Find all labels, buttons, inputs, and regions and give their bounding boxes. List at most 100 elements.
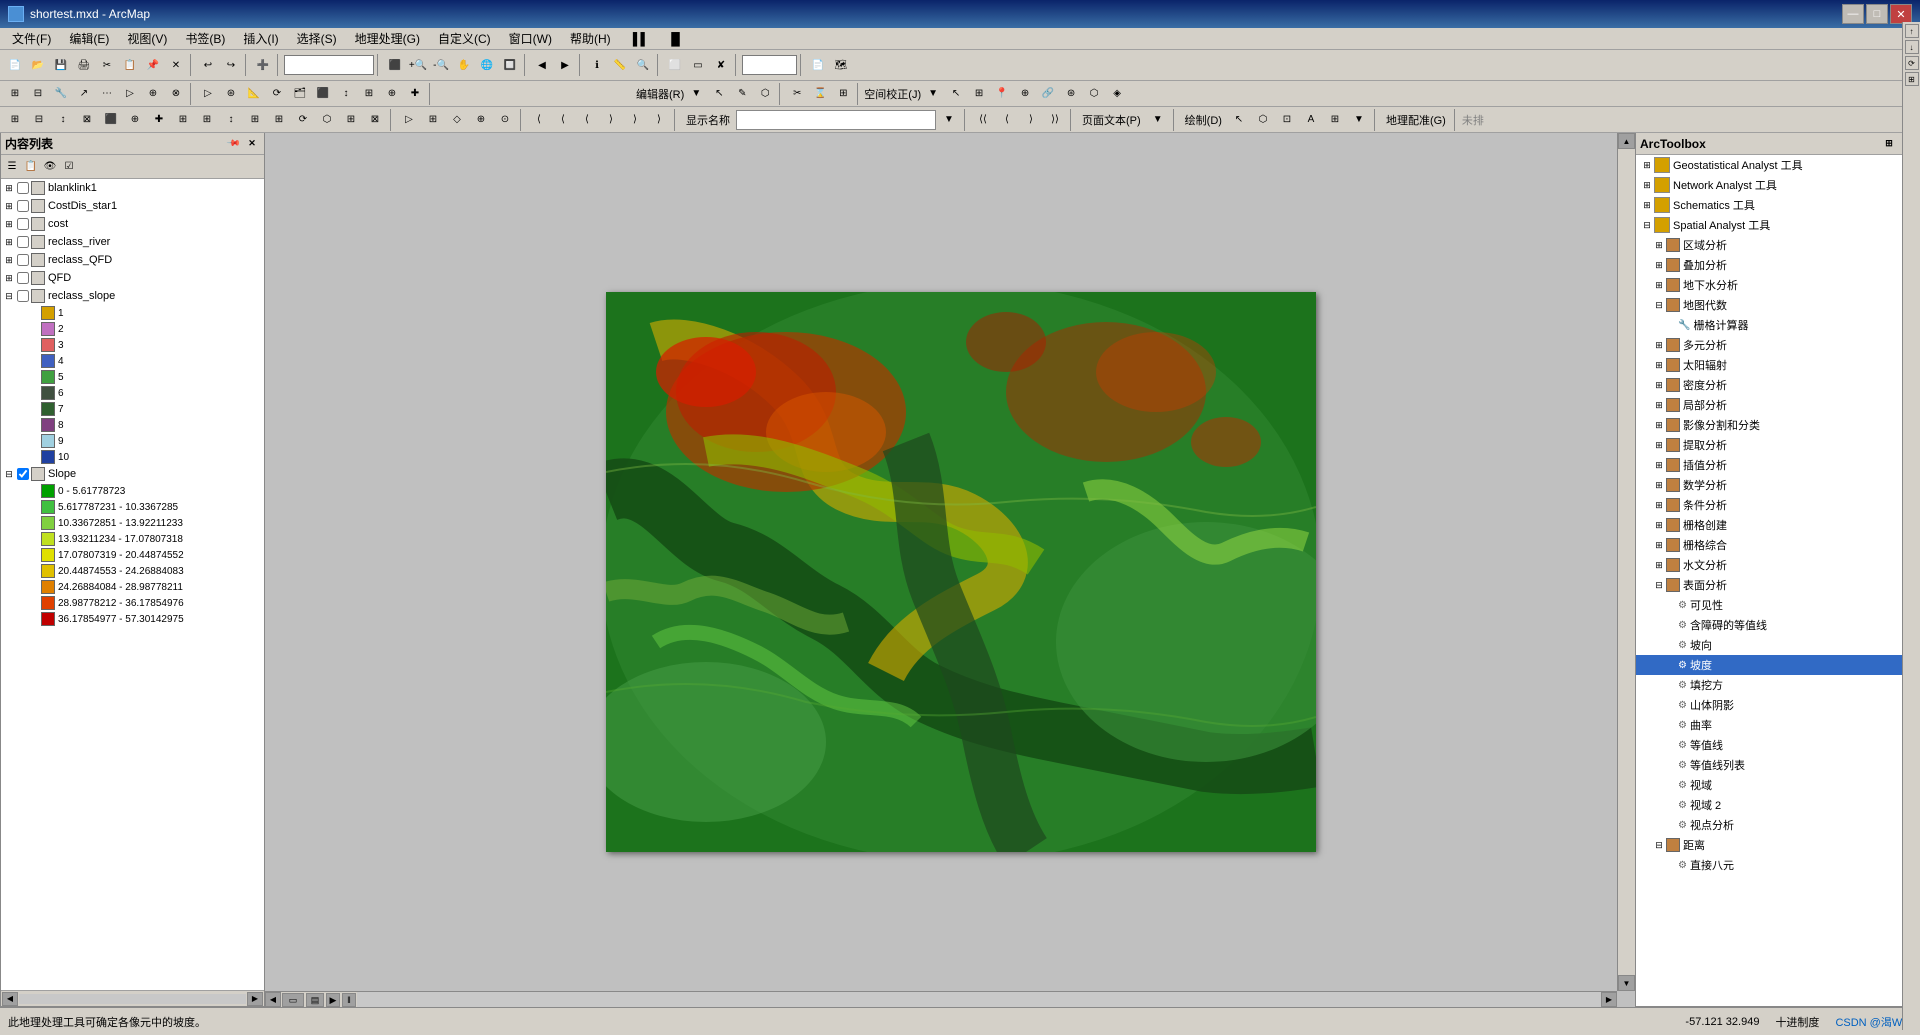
identify-button[interactable]: ℹ: [586, 54, 608, 76]
tool-solar[interactable]: ⊞ 太阳辐射: [1636, 355, 1919, 375]
tool-hillshade[interactable]: ⚙ 山体阴影: [1636, 695, 1919, 715]
menu-insert[interactable]: 插入(I): [235, 28, 286, 49]
tool-schematics[interactable]: ⊞ Schematics 工具: [1636, 195, 1919, 215]
r3-btn18[interactable]: ⊞: [422, 109, 444, 131]
toc-source-view[interactable]: 📋: [22, 158, 40, 176]
tool9[interactable]: ▷: [197, 83, 219, 105]
close-button[interactable]: ✕: [1890, 4, 1912, 24]
spatial-btn3[interactable]: 📍: [991, 83, 1013, 105]
right-bar-btn1[interactable]: ↑: [1905, 24, 1919, 38]
expand-geostat[interactable]: ⊞: [1640, 158, 1654, 172]
tool-interpolate[interactable]: ⊞ 插值分析: [1636, 455, 1919, 475]
tool-contour-barrier[interactable]: ⚙ 含障碍的等值线: [1636, 615, 1919, 635]
expand-cost[interactable]: ⊞: [3, 218, 15, 230]
edit-btn1[interactable]: ↖: [708, 83, 730, 105]
menu-extra2[interactable]: ▐▌: [659, 30, 692, 48]
tool-mapalgebra[interactable]: ⊟ 地图代数: [1636, 295, 1919, 315]
expand-spatial[interactable]: ⊟: [1640, 218, 1654, 232]
tool-surface[interactable]: ⊟ 表面分析: [1636, 575, 1919, 595]
select-button[interactable]: 🔲: [499, 54, 521, 76]
delete-button[interactable]: ✕: [165, 54, 187, 76]
copy-button[interactable]: 📋: [119, 54, 141, 76]
toc-close[interactable]: ✕: [244, 136, 260, 152]
editor-label[interactable]: 编辑器(R): [636, 86, 684, 102]
check-reclass-slope[interactable]: [17, 290, 29, 302]
expand-costdis[interactable]: ⊞: [3, 200, 15, 212]
tool-distance[interactable]: ⊟ 距离: [1636, 835, 1919, 855]
expand-raster-create[interactable]: ⊞: [1652, 518, 1666, 532]
spatial-btn5[interactable]: 🔗: [1037, 83, 1059, 105]
map-viewport[interactable]: [265, 133, 1617, 991]
tool-local[interactable]: ⊞ 局部分析: [1636, 395, 1919, 415]
r3-btn12[interactable]: ⊞: [268, 109, 290, 131]
zoom-in-button[interactable]: +🔍: [407, 54, 429, 76]
layer-qfd[interactable]: ⊞ QFD: [1, 269, 264, 287]
r3-btn19[interactable]: ◇: [446, 109, 468, 131]
r3-btn1[interactable]: ⊞: [4, 109, 26, 131]
r3-btn11[interactable]: ⊞: [244, 109, 266, 131]
edit-btn4[interactable]: ✂: [786, 83, 808, 105]
map-hscrollbar[interactable]: ◀ ▭ ▤ ▶ ‖ ▶: [265, 991, 1617, 1007]
zoom-input[interactable]: 100%: [742, 55, 797, 75]
menu-extra1[interactable]: ▐ ▌: [621, 30, 657, 48]
r3-nav2[interactable]: ⟨: [996, 109, 1018, 131]
tool-math[interactable]: ⊞ 数学分析: [1636, 475, 1919, 495]
toc-select-view[interactable]: ☑: [60, 158, 78, 176]
spatial-dropdown[interactable]: ▼: [922, 83, 944, 105]
check-reclass-river[interactable]: [17, 236, 29, 248]
menu-bookmark[interactable]: 书签(B): [177, 28, 233, 49]
tool-raster-create[interactable]: ⊞ 栅格创建: [1636, 515, 1919, 535]
expand-hydro[interactable]: ⊞: [1652, 558, 1666, 572]
paste-button[interactable]: 📌: [142, 54, 164, 76]
spatial-btn8[interactable]: ◈: [1106, 83, 1128, 105]
r3-btn2[interactable]: ⊟: [28, 109, 50, 131]
expand-interpolate[interactable]: ⊞: [1652, 458, 1666, 472]
edit-btn5[interactable]: ⌛: [809, 83, 831, 105]
tool-hydro[interactable]: ⊞ 水文分析: [1636, 555, 1919, 575]
tool8[interactable]: ⊗: [165, 83, 187, 105]
r3-btn22[interactable]: ⟨: [528, 109, 550, 131]
r3-btn3[interactable]: ↕: [52, 109, 74, 131]
r3-btn7[interactable]: ✚: [148, 109, 170, 131]
spatial-btn1[interactable]: ↖: [945, 83, 967, 105]
r3-btn23[interactable]: ⟨: [552, 109, 574, 131]
layer-cost[interactable]: ⊞ cost: [1, 215, 264, 233]
r3-nav1[interactable]: ⟨⟨: [972, 109, 994, 131]
tool-density[interactable]: ⊞ 密度分析: [1636, 375, 1919, 395]
tool1[interactable]: ⊞: [4, 83, 26, 105]
toc-list-view[interactable]: ☰: [3, 158, 21, 176]
minimize-button[interactable]: —: [1842, 4, 1864, 24]
expand-mapalgebra[interactable]: ⊟: [1652, 298, 1666, 312]
toc-visib-view[interactable]: 👁: [41, 158, 59, 176]
cut-button[interactable]: ✂: [96, 54, 118, 76]
menu-geoprocess[interactable]: 地理处理(G): [347, 28, 428, 49]
draw-polygon[interactable]: ⬡: [1252, 109, 1274, 131]
toc-scroll-right[interactable]: ▶: [247, 992, 263, 1006]
draw-text[interactable]: A: [1300, 109, 1322, 131]
toc-pin[interactable]: 📌: [226, 136, 242, 152]
select-features-button[interactable]: ⬜: [664, 54, 686, 76]
maximize-button[interactable]: □: [1866, 4, 1888, 24]
check-reclass-qfd[interactable]: [17, 254, 29, 266]
tool-viewshed[interactable]: ⚙ 视域: [1636, 775, 1919, 795]
layer-blanklink1[interactable]: ⊞ blanklink1: [1, 179, 264, 197]
map-data-btn[interactable]: ▤: [306, 993, 324, 1007]
layout-view-button[interactable]: 📄: [807, 54, 829, 76]
tool-fillsink[interactable]: ⚙ 填挖方: [1636, 675, 1919, 695]
r3-btn5[interactable]: ⬛: [100, 109, 122, 131]
r3-btn24[interactable]: ⟨: [576, 109, 598, 131]
right-bar-btn4[interactable]: ⊞: [1905, 72, 1919, 86]
expand-blanklink1[interactable]: ⊞: [3, 182, 15, 194]
edit-btn6[interactable]: ⊞: [832, 83, 854, 105]
expand-reclass-slope[interactable]: ⊟: [3, 290, 15, 302]
tool-conditional[interactable]: ⊞ 条件分析: [1636, 495, 1919, 515]
r3-btn4[interactable]: ⊠: [76, 109, 98, 131]
r3-btn27[interactable]: ⟩: [648, 109, 670, 131]
expand-network[interactable]: ⊞: [1640, 178, 1654, 192]
scale-input[interactable]: 1:20,000: [284, 55, 374, 75]
editor-dropdown[interactable]: ▼: [685, 83, 707, 105]
r3-btn9[interactable]: ⊞: [196, 109, 218, 131]
toolbox-restore[interactable]: ⊞: [1881, 136, 1897, 152]
check-blanklink1[interactable]: [17, 182, 29, 194]
map-pause-btn[interactable]: ‖: [342, 993, 356, 1007]
